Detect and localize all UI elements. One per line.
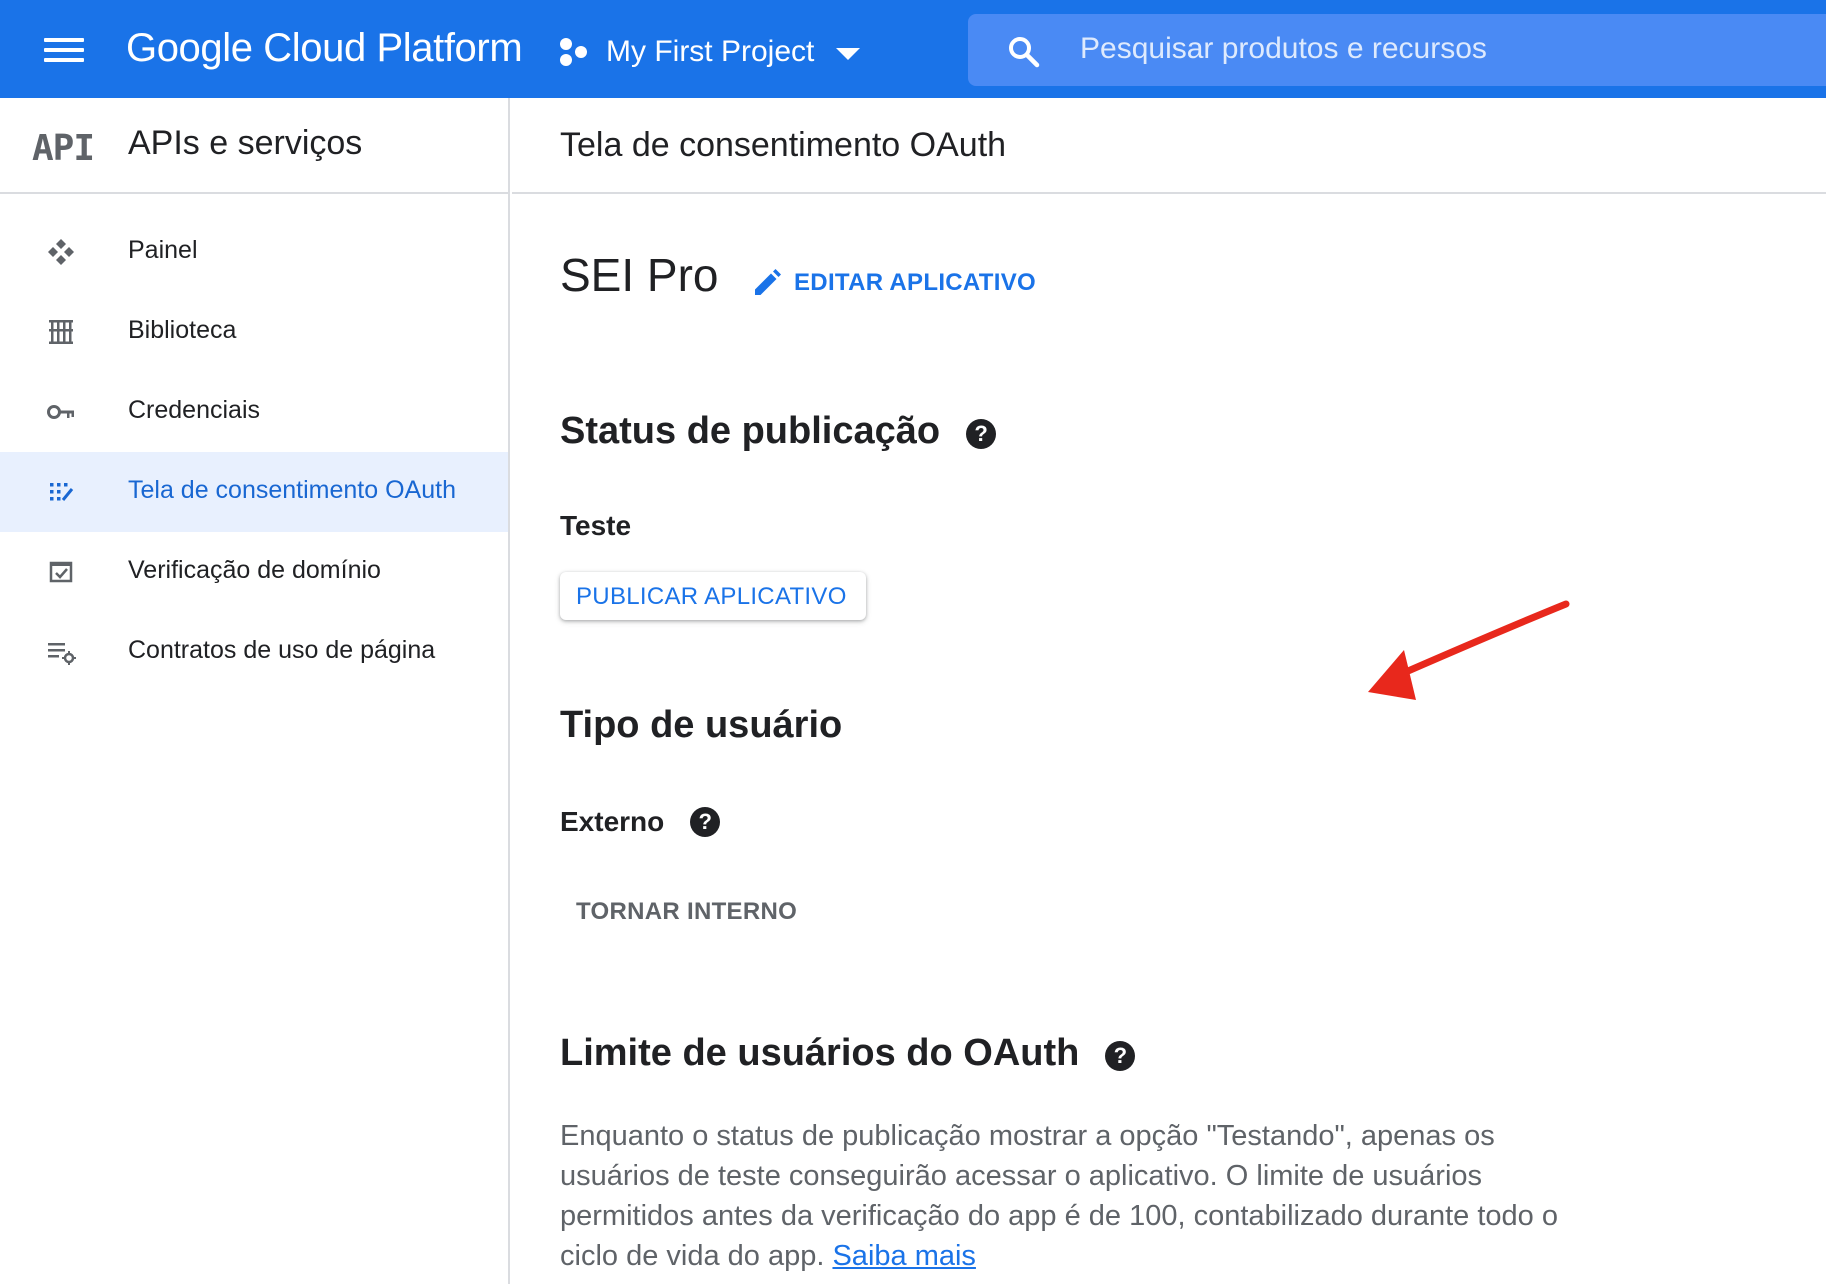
sidebar-item-verificacao-dominio[interactable]: Verificação de domínio xyxy=(0,532,508,612)
checkbox-icon xyxy=(49,561,73,583)
sidebar-item-biblioteca[interactable]: Biblioteca xyxy=(0,292,508,372)
user-type-title: Tipo de usuário xyxy=(560,704,843,746)
search-input[interactable]: Pesquisar produtos e recursos xyxy=(968,14,1826,86)
api-logo-icon: API xyxy=(32,128,95,169)
sidebar-item-label: Biblioteca xyxy=(128,316,237,344)
user-limit-description: Enquanto o status de publicação mostrar … xyxy=(560,1116,1600,1276)
page-title: Tela de consentimento OAuth xyxy=(560,126,1007,164)
publishing-status-value: Teste xyxy=(560,510,632,541)
chevron-down-icon xyxy=(836,48,861,60)
sidebar-item-label: Credenciais xyxy=(128,396,261,424)
sidebar-item-oauth-consent[interactable]: Tela de consentimento OAuth xyxy=(0,452,508,532)
sidebar-item-label: Painel xyxy=(128,236,198,264)
user-type-value: Externo xyxy=(560,806,665,837)
main-menu-icon[interactable] xyxy=(44,34,84,64)
top-app-bar: Google Cloud Platform My First Project P… xyxy=(0,0,1826,98)
publish-app-button[interactable]: PUBLICAR APLICATIVO xyxy=(560,572,866,620)
sidebar-item-label: Verificação de domínio xyxy=(128,556,381,584)
sidebar-nav: Painel Biblioteca Credenciais Tela de co… xyxy=(0,212,508,692)
sidebar-item-painel[interactable]: Painel xyxy=(0,212,508,292)
sidebar-item-label: Tela de consentimento OAuth xyxy=(128,476,456,504)
product-logo[interactable]: Google Cloud Platform xyxy=(126,26,523,71)
sidebar: API APIs e serviços Painel Biblioteca Cr… xyxy=(0,98,510,1284)
sidebar-item-credenciais[interactable]: Credenciais xyxy=(0,372,508,452)
red-arrow-annotation xyxy=(1368,600,1570,700)
help-icon[interactable]: ? xyxy=(966,418,997,449)
user-limit-heading: Limite de usuários do OAuth ? xyxy=(560,1032,1136,1075)
learn-more-link[interactable]: Saiba mais xyxy=(832,1240,975,1272)
main-header: Tela de consentimento OAuth xyxy=(512,98,1826,194)
sidebar-title: APIs e serviços xyxy=(128,124,363,162)
publishing-status-heading: Status de publicação ? xyxy=(560,410,997,453)
project-selector[interactable]: My First Project xyxy=(556,30,861,74)
help-icon[interactable]: ? xyxy=(1105,1040,1136,1071)
search-icon xyxy=(1009,37,1040,68)
sidebar-header: API APIs e serviços xyxy=(0,98,508,194)
publish-app-label: PUBLICAR APLICATIVO xyxy=(576,583,847,610)
publishing-status-title: Status de publicação xyxy=(560,410,941,452)
user-type-heading: Tipo de usuário xyxy=(560,704,842,747)
pencil-icon xyxy=(755,269,781,295)
user-limit-text: Enquanto o status de publicação mostrar … xyxy=(560,1120,1558,1272)
edit-app-label: EDITAR APLICATIVO xyxy=(794,269,1036,296)
project-dots-icon xyxy=(560,38,587,66)
edit-app-button[interactable]: EDITAR APLICATIVO xyxy=(750,266,1036,300)
project-name: My First Project xyxy=(606,35,815,68)
user-type-row: Externo ? xyxy=(560,806,721,838)
sidebar-item-label: Contratos de uso de página xyxy=(128,636,436,664)
key-icon xyxy=(47,405,74,419)
library-icon xyxy=(49,320,73,344)
sidebar-item-contratos[interactable]: Contratos de uso de página xyxy=(0,612,508,692)
dashboard-icon xyxy=(48,239,74,265)
help-icon[interactable]: ? xyxy=(690,807,721,837)
list-settings-icon xyxy=(48,643,76,665)
make-internal-button[interactable]: TORNAR INTERNO xyxy=(576,898,797,926)
consent-screen-icon xyxy=(50,483,74,501)
user-limit-title: Limite de usuários do OAuth xyxy=(560,1032,1080,1074)
search-placeholder: Pesquisar produtos e recursos xyxy=(1080,32,1487,65)
main-content: Tela de consentimento OAuth SEI Pro EDIT… xyxy=(512,98,1826,1284)
app-name: SEI Pro xyxy=(560,249,719,301)
